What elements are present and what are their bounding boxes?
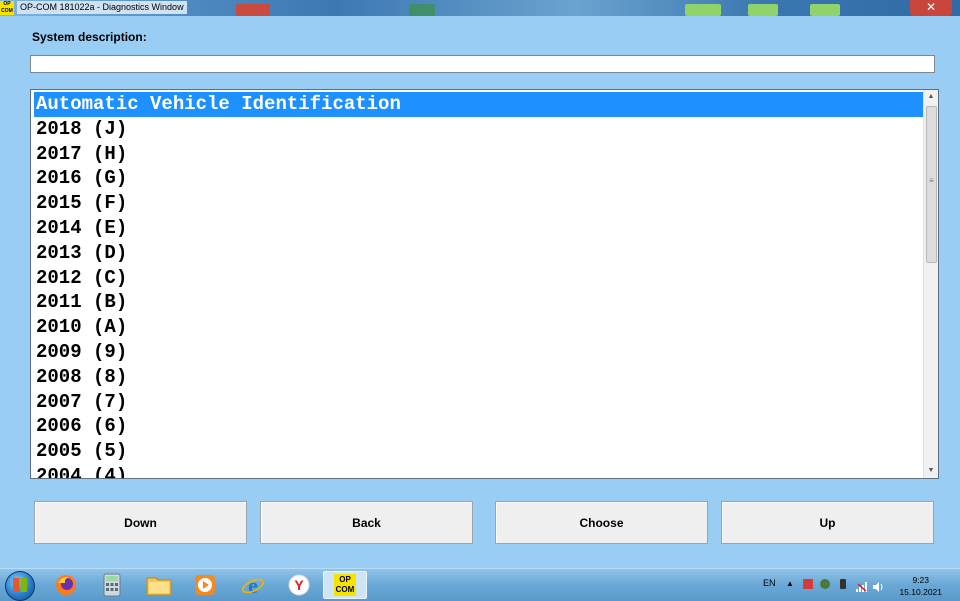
- opcom-taskbar-button[interactable]: OP COM: [323, 571, 367, 599]
- background-window-decoration: [409, 4, 435, 16]
- choose-button[interactable]: Choose: [495, 501, 708, 544]
- background-window-decoration: [685, 4, 721, 16]
- calculator-icon[interactable]: [94, 572, 130, 598]
- vehicle-list-items: Automatic Vehicle Identification 2018 (J)…: [34, 92, 924, 478]
- vehicle-list[interactable]: Automatic Vehicle Identification 2018 (J)…: [30, 89, 939, 479]
- list-item[interactable]: 2005 (5): [34, 439, 924, 464]
- file-explorer-icon[interactable]: [141, 572, 177, 598]
- list-item[interactable]: 2009 (9): [34, 340, 924, 365]
- list-scrollbar[interactable]: ▲ ≡ ▼: [923, 90, 938, 478]
- opcom-logo-line1: OP: [339, 575, 351, 584]
- system-clock[interactable]: 9:23 15.10.2021: [899, 574, 942, 598]
- list-item[interactable]: 2014 (E): [34, 216, 924, 241]
- opcom-app-icon: OP COM: [0, 1, 14, 15]
- list-item[interactable]: 2008 (8): [34, 365, 924, 390]
- close-button[interactable]: ✕: [910, 0, 952, 16]
- list-item[interactable]: 2017 (H): [34, 142, 924, 167]
- list-item-selected[interactable]: Automatic Vehicle Identification: [34, 92, 924, 117]
- window-title: OP-COM 181022a - Diagnostics Window: [17, 1, 187, 14]
- down-button[interactable]: Down: [34, 501, 247, 544]
- title-bar[interactable]: OP COM OP-COM 181022a - Diagnostics Windo…: [0, 0, 960, 16]
- svg-text:Y: Y: [294, 577, 304, 593]
- back-button[interactable]: Back: [260, 501, 473, 544]
- start-button[interactable]: [5, 571, 35, 601]
- system-description-field[interactable]: [30, 55, 935, 73]
- svg-text:e: e: [248, 573, 258, 598]
- list-item[interactable]: 2006 (6): [34, 414, 924, 439]
- security-icon[interactable]: [820, 579, 830, 589]
- volume-icon[interactable]: [873, 579, 883, 592]
- grip-icon: ≡: [929, 176, 934, 185]
- clock-time: 9:23: [912, 575, 929, 585]
- clock-date: 15.10.2021: [899, 587, 942, 597]
- list-item[interactable]: 2007 (7): [34, 390, 924, 415]
- scroll-down-arrow-icon[interactable]: ▼: [924, 464, 938, 478]
- background-window-decoration: [748, 4, 778, 16]
- tray-expand-icon[interactable]: ▲: [786, 579, 796, 589]
- opcom-logo-icon: OP COM: [334, 574, 356, 596]
- media-player-icon[interactable]: [187, 572, 223, 598]
- battery-icon[interactable]: [840, 579, 846, 589]
- background-window-decoration: [236, 4, 270, 16]
- internet-explorer-icon[interactable]: e: [235, 572, 271, 598]
- list-item[interactable]: 2011 (B): [34, 290, 924, 315]
- list-item[interactable]: 2018 (J): [34, 117, 924, 142]
- list-item[interactable]: 2010 (A): [34, 315, 924, 340]
- network-signal-icon[interactable]: [856, 579, 867, 592]
- up-button[interactable]: Up: [721, 501, 934, 544]
- list-item[interactable]: 2012 (C): [34, 266, 924, 291]
- language-indicator[interactable]: EN: [763, 578, 776, 588]
- action-center-flag-icon[interactable]: [803, 579, 813, 589]
- system-description-label: System description:: [32, 30, 147, 44]
- scroll-thumb[interactable]: ≡: [926, 106, 937, 263]
- list-item[interactable]: 2015 (F): [34, 191, 924, 216]
- background-window-decoration: [810, 4, 840, 16]
- scroll-up-arrow-icon[interactable]: ▲: [924, 90, 938, 104]
- list-item[interactable]: 2016 (G): [34, 166, 924, 191]
- list-item[interactable]: 2004 (4): [34, 464, 924, 478]
- list-item[interactable]: 2013 (D): [34, 241, 924, 266]
- opcom-logo-line2: COM: [335, 585, 355, 594]
- firefox-icon[interactable]: [48, 572, 84, 598]
- yandex-browser-icon[interactable]: Y: [281, 572, 317, 598]
- taskbar: e Y OP COM EN ▲ 9:23 15.10.2021: [0, 568, 960, 601]
- windows-logo-icon: [13, 578, 27, 592]
